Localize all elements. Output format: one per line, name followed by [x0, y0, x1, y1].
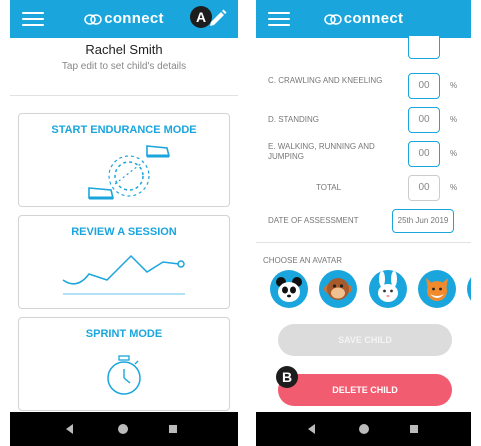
annotation-marker-a: A: [190, 6, 212, 28]
recent-apps-icon[interactable]: [410, 425, 418, 433]
card-title: SPRINT MODE: [85, 328, 163, 340]
fox-avatar[interactable]: [418, 270, 456, 308]
form-row-standing: D. STANDING 00 %: [256, 104, 471, 134]
recent-apps-icon[interactable]: [169, 425, 177, 433]
brand-logo: connect: [256, 10, 471, 27]
partial-percent-input[interactable]: [408, 36, 440, 59]
walking-percent-input[interactable]: 00: [408, 141, 440, 167]
rabbit-avatar[interactable]: [369, 270, 407, 308]
percent-sign: %: [450, 81, 458, 90]
brand-text: connect: [343, 10, 404, 27]
back-icon[interactable]: [308, 424, 315, 434]
home-icon[interactable]: [118, 424, 128, 434]
form-row-walking: E. WALKING, RUNNING AND JUMPING 00 %: [256, 138, 471, 168]
brand-text: connect: [104, 10, 164, 27]
card-title: REVIEW A SESSION: [71, 226, 177, 238]
line-graph-icon: [62, 254, 185, 295]
system-nav-bar: [10, 412, 238, 446]
avatar-section-title: CHOOSE AN AVATAR: [263, 256, 342, 265]
delete-child-button[interactable]: DELETE CHILD: [278, 374, 452, 406]
panda-icon: [276, 277, 302, 302]
stopwatch-icon: [107, 355, 141, 395]
system-nav-bar: [256, 412, 471, 446]
row-label: D. STANDING: [268, 115, 319, 124]
edit-hint: Tap edit to set child's details: [61, 61, 187, 72]
row-label: E. WALKING, RUNNING AND JUMPING: [268, 142, 375, 161]
row-label: C. CRAWLING AND KNEELING: [268, 76, 383, 85]
app-bar: connect: [256, 0, 471, 38]
form-row-total: TOTAL 00 %: [256, 172, 471, 202]
date-label: DATE OF ASSESSMENT: [268, 216, 359, 225]
date-of-assessment-field[interactable]: 25th Jun 2019: [392, 209, 454, 233]
start-endurance-mode-card[interactable]: START ENDURANCE MODE: [18, 113, 230, 207]
percent-sign: %: [450, 115, 458, 124]
monkey-icon: [324, 278, 352, 300]
divider: [256, 242, 471, 243]
form-row-crawling: C. CRAWLING AND KNEELING 00 %: [256, 70, 471, 100]
rabbit-icon: [378, 271, 398, 302]
percent-sign: %: [450, 149, 458, 158]
user-name: Rachel Smith: [85, 42, 163, 57]
save-child-button[interactable]: SAVE CHILD: [278, 324, 452, 356]
running-shoes-icon: [88, 145, 171, 200]
connect-logo-icon: [84, 14, 102, 25]
card-title: START ENDURANCE MODE: [51, 124, 197, 136]
divider: [10, 95, 238, 96]
fox-icon: [426, 278, 448, 301]
annotation-marker-b: B: [276, 366, 298, 388]
panda-avatar[interactable]: [270, 270, 308, 308]
standing-percent-input[interactable]: 00: [408, 107, 440, 133]
sprint-mode-card[interactable]: SPRINT MODE: [18, 317, 230, 411]
home-screen: connect A Rachel Smith Tap edit to set c…: [10, 0, 238, 446]
lion-avatar[interactable]: [467, 270, 471, 308]
back-icon[interactable]: [66, 424, 73, 434]
percent-sign: %: [450, 183, 458, 192]
crawling-percent-input[interactable]: 00: [408, 73, 440, 99]
total-label: TOTAL: [316, 183, 342, 192]
edit-child-screen: connect C. CRAWLING AND KNEELING 00 % D.…: [256, 0, 471, 446]
home-icon[interactable]: [359, 424, 369, 434]
total-percent-value: 00: [408, 175, 440, 201]
lion-icon: [467, 270, 471, 308]
connect-logo-icon: [323, 14, 342, 25]
monkey-avatar[interactable]: [319, 270, 357, 308]
review-session-card[interactable]: REVIEW A SESSION: [18, 215, 230, 309]
